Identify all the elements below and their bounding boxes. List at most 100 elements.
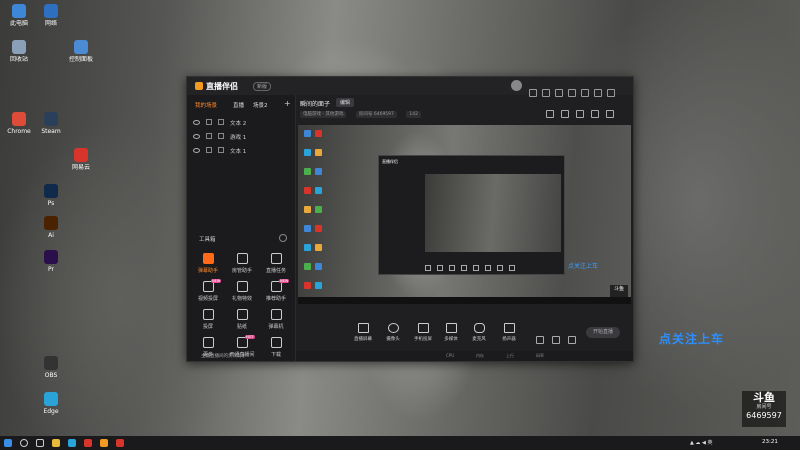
user-icon	[236, 253, 248, 264]
tool-room-admin[interactable]: 房管助手	[225, 253, 259, 274]
room-meta: 电脑游戏 - 其他游戏 房间号 6469597 142	[300, 111, 429, 118]
search-icon[interactable]	[20, 439, 28, 447]
media-button[interactable]: 多媒体	[438, 323, 464, 342]
desktop-icon[interactable]: 网易云	[64, 148, 98, 171]
tool-recommend[interactable]: NEW 推荐助手	[259, 279, 293, 302]
tab-scene-2[interactable]: 场景2	[253, 101, 268, 109]
category-badge[interactable]: 电脑游戏 - 其他游戏	[300, 111, 347, 118]
preview-desktop-icons	[300, 127, 330, 304]
status-memory: 内存	[476, 353, 484, 358]
desktop-icon[interactable]: Steam	[34, 112, 68, 135]
delete-icon[interactable]	[546, 110, 554, 118]
text-icon	[218, 119, 224, 125]
speaker-button[interactable]: 扬声器	[496, 323, 522, 342]
edit-button[interactable]: 编辑	[336, 98, 355, 107]
nested-logo: 直播伴侣	[382, 159, 398, 164]
system-tray[interactable]: ▲ ☁ ◀ 英	[690, 439, 712, 446]
layer-icon[interactable]	[591, 110, 599, 118]
tool-danmu-machine[interactable]: 弹幕机	[259, 309, 293, 330]
fit-icon[interactable]	[576, 110, 584, 118]
screen-capture-button[interactable]: 直播屏幕	[350, 323, 376, 342]
lock-icon[interactable]	[206, 133, 212, 139]
eye-icon[interactable]	[193, 120, 200, 125]
camera-button[interactable]: 摄像头	[380, 323, 406, 342]
sticker-icon	[236, 309, 248, 320]
desktop-icon[interactable]: 控制面板	[64, 40, 98, 63]
download-icon	[270, 337, 282, 348]
danmu-machine-icon	[270, 309, 282, 320]
desktop-icon[interactable]: 回收站	[2, 40, 36, 63]
avatar[interactable]	[511, 80, 522, 91]
version-badge[interactable]: 新版	[253, 82, 272, 91]
tool-danmu[interactable]: 弹幕助手	[191, 253, 225, 274]
edge-icon[interactable]	[68, 439, 76, 447]
text-icon	[218, 147, 224, 153]
desktop-icon-grid: 此电脑 网络 回收站 控制面板 Chrome Steam 网易云 Ps Ai P…	[0, 0, 100, 436]
source-item[interactable]: 文本 1	[193, 147, 246, 155]
streaming-app-icon[interactable]	[100, 439, 108, 447]
status-upload: 上行	[506, 353, 514, 358]
tab-scene-mine[interactable]: 我的场景	[195, 101, 217, 109]
stream-preview[interactable]: 直播伴侣 点关注上车 斗鱼	[298, 125, 631, 304]
app-icon[interactable]	[116, 439, 124, 447]
clock-icon[interactable]	[552, 336, 560, 344]
task-view-icon[interactable]	[36, 439, 44, 447]
settings-icon[interactable]	[568, 336, 576, 344]
left-panel: 我的场景 直播 场景2 + 文本 2 游戏 1 文本 1 工具箱 弹幕助手 房管…	[187, 95, 296, 361]
record-icon[interactable]	[536, 336, 544, 344]
tab-live[interactable]: 直播	[233, 101, 244, 109]
app-icon[interactable]	[84, 439, 92, 447]
desktop-icon[interactable]: 网络	[34, 4, 68, 27]
lock-icon[interactable]	[206, 147, 212, 153]
clock[interactable]: 23:21	[762, 439, 778, 445]
tool-cast[interactable]: 投屏	[191, 309, 225, 330]
tool-gift[interactable]: 礼物特效	[225, 281, 259, 302]
eye-icon[interactable]	[193, 134, 200, 139]
room-number: 房间号 6469597	[355, 111, 397, 118]
desktop-icon[interactable]: Chrome	[2, 112, 36, 135]
status-cpu: CPU	[446, 353, 455, 358]
preview-taskbar	[298, 297, 631, 304]
collapse-icon[interactable]	[279, 234, 287, 242]
scene-tabs: 我的场景 直播 场景2 +	[187, 99, 295, 111]
desktop-icon[interactable]: Edge	[34, 392, 68, 415]
status-bar: CPU 内存 上行 码率	[296, 351, 633, 361]
lock-icon[interactable]	[206, 119, 212, 125]
add-scene-icon[interactable]: +	[284, 99, 291, 108]
promo-text[interactable]: 主播直播间的贵宾助手	[201, 353, 246, 359]
source-item[interactable]: 游戏 1	[193, 133, 246, 141]
microphone-button[interactable]: 麦克风	[466, 323, 492, 342]
streaming-app-window: 直播伴侣 新版 我的场景 直播 场景2 + 文本 2 游戏 1 文本 1 工具箱…	[186, 76, 634, 362]
phone-cast-button[interactable]: 手机投屏	[410, 323, 436, 342]
toolbox-title: 工具箱	[199, 237, 216, 243]
logo-icon	[195, 82, 203, 90]
phone-icon	[417, 323, 429, 333]
tool-download[interactable]: 下载	[259, 337, 293, 358]
desktop-icon[interactable]: 此电脑	[2, 4, 36, 27]
danmu-icon	[202, 253, 214, 264]
bell-icon[interactable]	[606, 110, 614, 118]
tool-video[interactable]: NEW 视频投屏	[191, 279, 225, 302]
desktop-icon[interactable]: OBS	[34, 356, 68, 379]
lock-icon[interactable]	[561, 110, 569, 118]
microphone-icon	[473, 323, 485, 333]
desktop-icon[interactable]: Pr	[34, 250, 68, 273]
follow-overlay-text: 点关注上车	[659, 332, 725, 346]
taskbar: ▲ ☁ ◀ 英 23:21	[0, 436, 800, 450]
douyu-watermark: 斗鱼 房间号 6469597	[742, 391, 786, 427]
main-panel: 瞬间的面子 编辑 电脑游戏 - 其他游戏 房间号 6469597 142 直播伴…	[296, 95, 633, 361]
status-bitrate: 码率	[536, 353, 544, 358]
tool-task[interactable]: 直播任务	[259, 253, 293, 274]
desktop-icon[interactable]: Ps	[34, 184, 68, 207]
start-live-button[interactable]: 开始直播	[586, 327, 620, 338]
desktop-icon[interactable]: Ai	[34, 216, 68, 239]
eye-icon[interactable]	[193, 148, 200, 153]
speaker-icon	[503, 323, 515, 333]
title-bar[interactable]: 直播伴侣 新版	[187, 77, 633, 97]
gift-icon	[236, 281, 248, 292]
source-item[interactable]: 文本 2	[193, 119, 246, 127]
tool-sticker[interactable]: 贴纸	[225, 309, 259, 330]
game-icon	[218, 133, 224, 139]
windows-start-icon[interactable]	[4, 439, 12, 447]
file-explorer-icon[interactable]	[52, 439, 60, 447]
